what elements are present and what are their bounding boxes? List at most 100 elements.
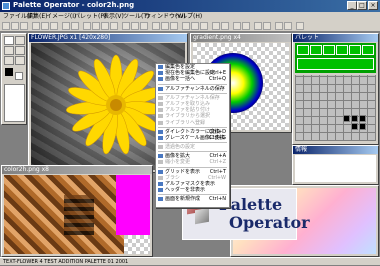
context-menu-item-label: 画面を新規作成 <box>165 196 201 203</box>
palette-cell[interactable] <box>359 115 366 122</box>
window-tile-icon[interactable] <box>233 22 241 30</box>
palette-cell[interactable] <box>351 115 358 122</box>
window-cascade-icon[interactable] <box>242 22 250 30</box>
paste-icon[interactable] <box>50 22 58 30</box>
palette-cell[interactable] <box>359 123 366 130</box>
menu-item-icon <box>158 114 163 119</box>
menu-item-icon <box>158 120 163 125</box>
palette-grid-lines <box>295 75 376 141</box>
menu-item-icon <box>158 135 163 140</box>
color-mode-icon[interactable] <box>212 22 220 30</box>
menu-item-icon <box>158 182 163 186</box>
resize-icon[interactable] <box>170 22 178 30</box>
eyedropper-tool-icon[interactable] <box>4 56 14 65</box>
context-menu-item-label: ライブラリから選択 <box>165 113 211 120</box>
palette-toolbar <box>295 43 376 73</box>
menu-item-icon <box>158 160 163 165</box>
picker-icon[interactable] <box>110 22 118 30</box>
app-icon <box>2 2 10 10</box>
new-icon[interactable] <box>2 22 10 30</box>
palette-icon[interactable] <box>131 22 139 30</box>
menu-item-icon <box>158 175 163 180</box>
context-menu-item[interactable]: アルファチャンネルの保存 <box>156 86 229 92</box>
flower-window-title: FLOWER.JPG x1 [420x280] <box>29 34 187 42</box>
context-menu-item-label: ライブラリへ登録 <box>165 119 206 126</box>
background-color-swatch[interactable] <box>15 72 23 80</box>
context-menu-item[interactable]: 透過色の設定 <box>156 144 229 150</box>
palette-next-icon[interactable] <box>310 45 322 55</box>
swap-icon[interactable] <box>140 22 148 30</box>
zoom-out-icon[interactable] <box>191 22 199 30</box>
context-menu-item-label: ブラシ <box>165 174 180 181</box>
pixel-canvas[interactable] <box>4 175 150 254</box>
menu-item-icon <box>158 145 163 150</box>
menu-item-icon <box>158 154 163 159</box>
palette-bar[interactable] <box>297 58 374 70</box>
menu-view[interactable]: 表示(V) <box>103 12 124 21</box>
grid-icon[interactable] <box>122 22 130 30</box>
open-icon[interactable] <box>11 22 19 30</box>
rotate-icon[interactable] <box>152 22 160 30</box>
context-menu-item[interactable]: ヘッダーを非表示 <box>156 187 229 193</box>
info-window-title: 情報 <box>293 146 378 154</box>
minimize-button[interactable]: _ <box>347 1 357 10</box>
mask-icon[interactable] <box>263 22 271 30</box>
gray-mode-icon[interactable] <box>221 22 229 30</box>
menu-separator <box>158 126 227 128</box>
settings-icon[interactable] <box>284 22 292 30</box>
cut-icon[interactable] <box>32 22 40 30</box>
context-menu-item[interactable]: グレースケール画像に変換 Ctrl+G <box>156 135 229 141</box>
menu-item-icon <box>158 169 163 174</box>
menu-palette[interactable]: パレット(P) <box>74 12 106 21</box>
menu-item-icon <box>158 197 163 202</box>
maximize-button[interactable]: □ <box>357 1 367 10</box>
bucket-tool-icon[interactable] <box>15 56 25 65</box>
palette-merge-icon[interactable] <box>336 45 348 55</box>
select-icon[interactable] <box>83 22 91 30</box>
palette-load-icon[interactable] <box>362 45 374 55</box>
pointer-tool-icon[interactable] <box>4 36 14 45</box>
palette-cell[interactable] <box>351 123 358 130</box>
context-menu-item[interactable]: 縮小を変更 Ctrl+Z <box>156 159 229 165</box>
palette-sort-icon[interactable] <box>323 45 335 55</box>
context-menu-item-shortcut: Ctrl+Z <box>209 159 226 166</box>
help-icon[interactable] <box>296 22 304 30</box>
context-menu-item[interactable]: 画面を新規作成 Ctrl+N <box>156 196 229 202</box>
save-icon[interactable] <box>20 22 28 30</box>
alpha-icon[interactable] <box>254 22 262 30</box>
zoom-actual-icon[interactable] <box>200 22 208 30</box>
palette-grid[interactable] <box>295 75 376 141</box>
tool-options-box[interactable] <box>4 84 25 122</box>
redo-icon[interactable] <box>71 22 79 30</box>
menu-bar: ファイル(F) 編集(E) イメージ(I) パレット(P) 表示(V) ツール(… <box>0 12 380 21</box>
context-menu-item[interactable]: ライブラリへ登録 <box>156 120 229 126</box>
zoom-in-icon[interactable] <box>182 22 190 30</box>
menu-item-icon <box>158 95 163 100</box>
info-window[interactable]: 情報 <box>292 145 379 185</box>
palette-cell[interactable] <box>343 115 350 122</box>
preview-icon[interactable] <box>275 22 283 30</box>
pixel-image-window[interactable]: color2h.png x8 <box>1 165 153 257</box>
close-button[interactable]: × <box>368 1 378 10</box>
copy-icon[interactable] <box>41 22 49 30</box>
menu-help[interactable]: ヘルプ(H) <box>175 12 202 21</box>
palette-reduce-icon[interactable] <box>349 45 361 55</box>
menu-item-icon <box>158 101 163 106</box>
foreground-color-swatch[interactable] <box>5 68 13 76</box>
palette-prev-icon[interactable] <box>297 45 309 55</box>
menu-edit[interactable]: 編集(E) <box>27 12 47 21</box>
menu-image[interactable]: イメージ(I) <box>46 12 76 21</box>
pencil-tool-icon[interactable] <box>4 46 14 55</box>
pencil-icon[interactable] <box>92 22 100 30</box>
context-menu-item-label: 透過色の設定 <box>165 144 196 151</box>
context-menu-item[interactable]: 画像を一括へ Ctrl+Q <box>156 76 229 82</box>
flip-icon[interactable] <box>161 22 169 30</box>
undo-icon[interactable] <box>62 22 70 30</box>
info-content <box>295 155 376 182</box>
eraser-tool-icon[interactable] <box>15 46 25 55</box>
context-menu-item-shortcut: Ctrl+N <box>209 196 226 203</box>
palette-window[interactable]: パレット <box>292 33 379 145</box>
context-menu-item-label: アルファチャンネル保存 <box>165 94 220 101</box>
rect-select-tool-icon[interactable] <box>15 36 25 45</box>
fill-icon[interactable] <box>101 22 109 30</box>
